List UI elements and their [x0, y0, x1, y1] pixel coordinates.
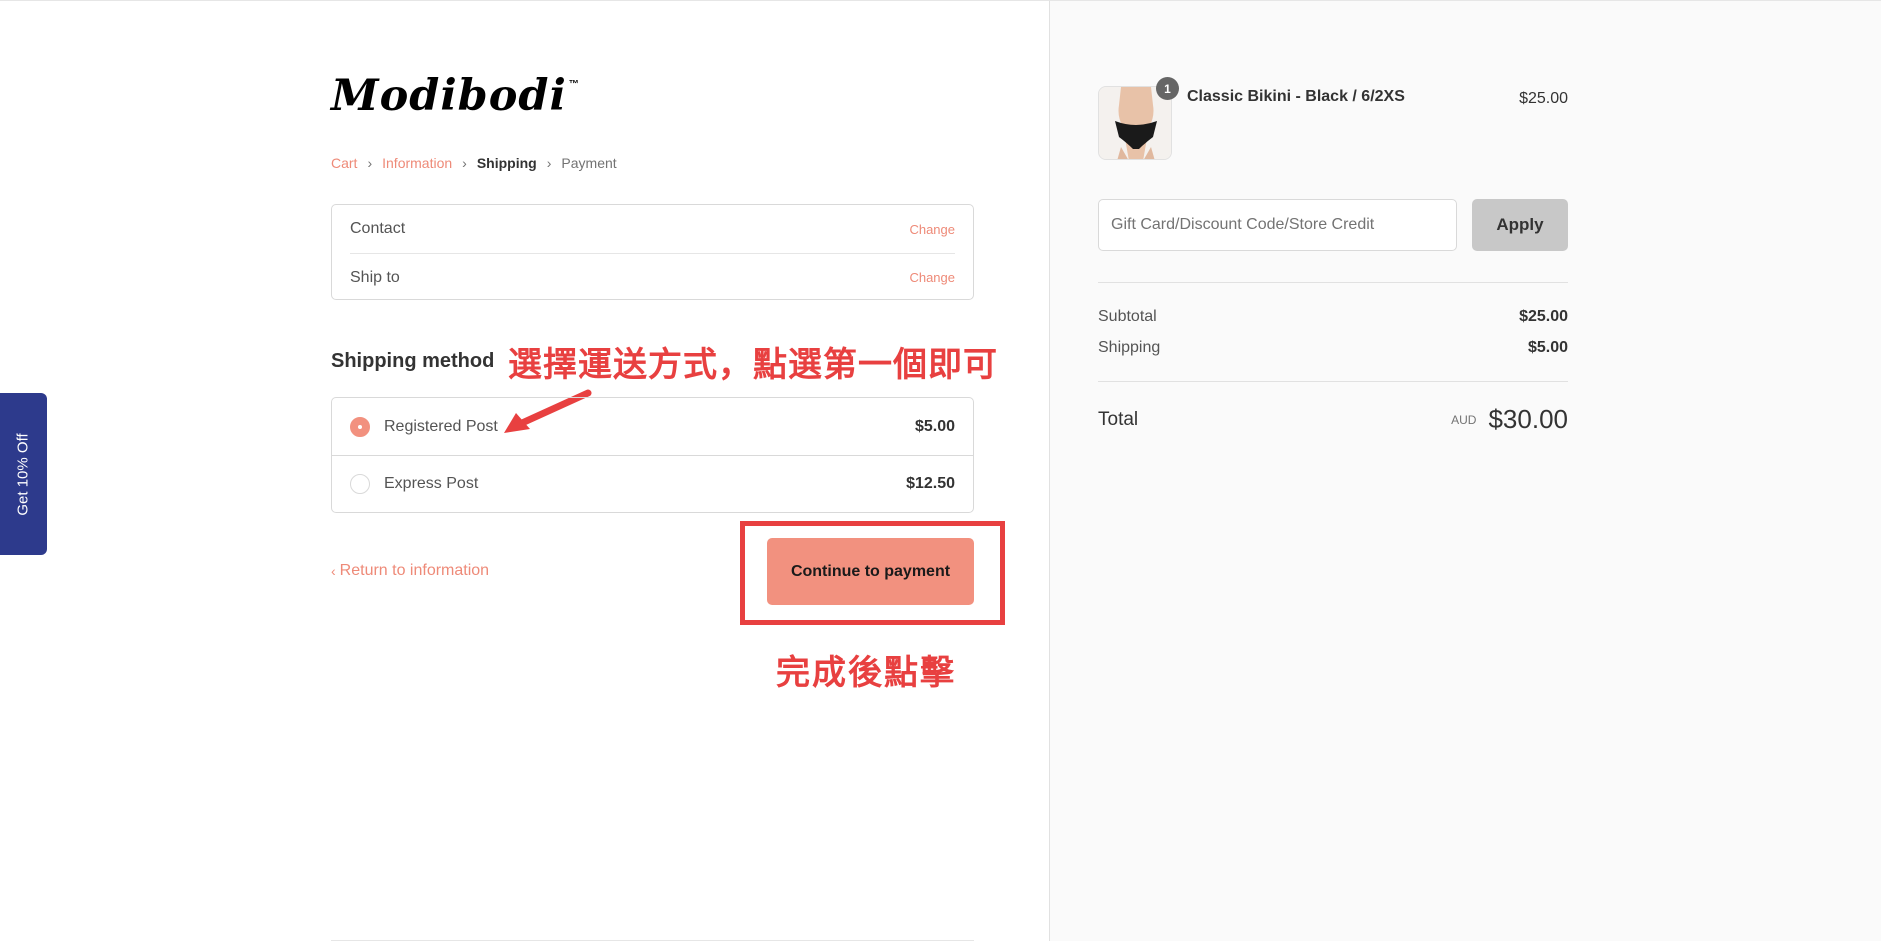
- shipping-methods-list: Registered Post $5.00 Express Post $12.5…: [331, 397, 974, 513]
- registered-post-price: $5.00: [914, 417, 955, 435]
- chevron-right-icon: ›: [367, 155, 373, 171]
- product-name: Classic Bikini - Black / 6/2XS: [1187, 88, 1405, 105]
- shipping-option-express-post[interactable]: Express Post $12.50: [332, 455, 973, 512]
- summary-divider-bottom: [1098, 381, 1568, 382]
- discount-side-tab[interactable]: Get 10% Off: [0, 393, 47, 555]
- return-to-information-link[interactable]: ‹ Return to information: [331, 562, 489, 580]
- registered-post-label: Registered Post: [384, 417, 498, 435]
- total-amount-group: AUD $30.00: [1451, 404, 1568, 435]
- currency-code: AUD: [1451, 412, 1477, 427]
- express-post-label: Express Post: [384, 475, 479, 492]
- summary-divider-top: [1098, 282, 1568, 283]
- total-row: Total AUD $30.00: [1098, 404, 1568, 435]
- shipping-method-title: Shipping method: [331, 350, 495, 372]
- breadcrumb-payment: Payment: [561, 155, 617, 171]
- subtotal-value: $25.00: [1519, 308, 1568, 325]
- discount-code-input[interactable]: [1098, 199, 1457, 251]
- breadcrumb-cart[interactable]: Cart: [331, 155, 357, 171]
- product-price: $25.00: [1519, 90, 1568, 107]
- cart-line-item: 1 Classic Bikini - Black / 6/2XS $25.00: [1098, 77, 1568, 162]
- chevron-left-icon: ‹: [331, 563, 336, 579]
- chevron-right-icon: ›: [462, 155, 467, 171]
- subtotal-row: Subtotal $25.00: [1098, 308, 1568, 326]
- ship-to-label: Ship to: [350, 268, 400, 286]
- express-post-price: $12.50: [906, 475, 955, 492]
- checkout-main: Get 10% Off Modibodi ™ Cart › Informatio…: [0, 0, 1049, 941]
- shipping-cost-value: $5.00: [1527, 339, 1568, 356]
- store-logo[interactable]: Modibodi ™: [331, 75, 579, 118]
- annotation-click-after: 完成後點擊: [776, 654, 956, 692]
- breadcrumb-information[interactable]: Information: [382, 155, 452, 171]
- radio-registered-post[interactable]: [350, 416, 370, 437]
- return-link-label: Return to information: [339, 562, 490, 579]
- breadcrumb-shipping: Shipping: [476, 155, 537, 171]
- radio-express-post[interactable]: [350, 474, 370, 494]
- side-tab-label: Get 10% Off: [15, 432, 33, 516]
- annotation-choose-method: 選擇運送方式，點選第一個即可: [508, 346, 998, 384]
- logo-trademark: ™: [568, 79, 579, 90]
- logo-wordmark: Modibodi: [331, 71, 567, 121]
- total-label: Total: [1098, 408, 1139, 430]
- shipping-cost-label: Shipping: [1098, 339, 1161, 356]
- apply-discount-button[interactable]: Apply: [1472, 199, 1568, 251]
- total-amount: $30.00: [1488, 404, 1568, 434]
- breadcrumb: Cart › Information › Shipping › Payment: [331, 155, 617, 171]
- contact-label: Contact: [350, 220, 406, 237]
- change-ship-to-link[interactable]: Change: [909, 270, 955, 285]
- shipping-option-registered-post[interactable]: Registered Post $5.00: [332, 398, 973, 455]
- review-row-ship-to: Ship to Change: [350, 253, 955, 301]
- quantity-badge: 1: [1156, 77, 1179, 100]
- review-row-contact: Contact Change: [350, 205, 955, 253]
- shipping-cost-row: Shipping $5.00: [1098, 339, 1568, 357]
- change-contact-link[interactable]: Change: [909, 222, 955, 237]
- subtotal-label: Subtotal: [1098, 308, 1157, 325]
- review-box: Contact Change Ship to Change: [331, 204, 974, 300]
- continue-to-payment-button[interactable]: Continue to payment: [767, 538, 974, 605]
- chevron-right-icon: ›: [546, 155, 552, 171]
